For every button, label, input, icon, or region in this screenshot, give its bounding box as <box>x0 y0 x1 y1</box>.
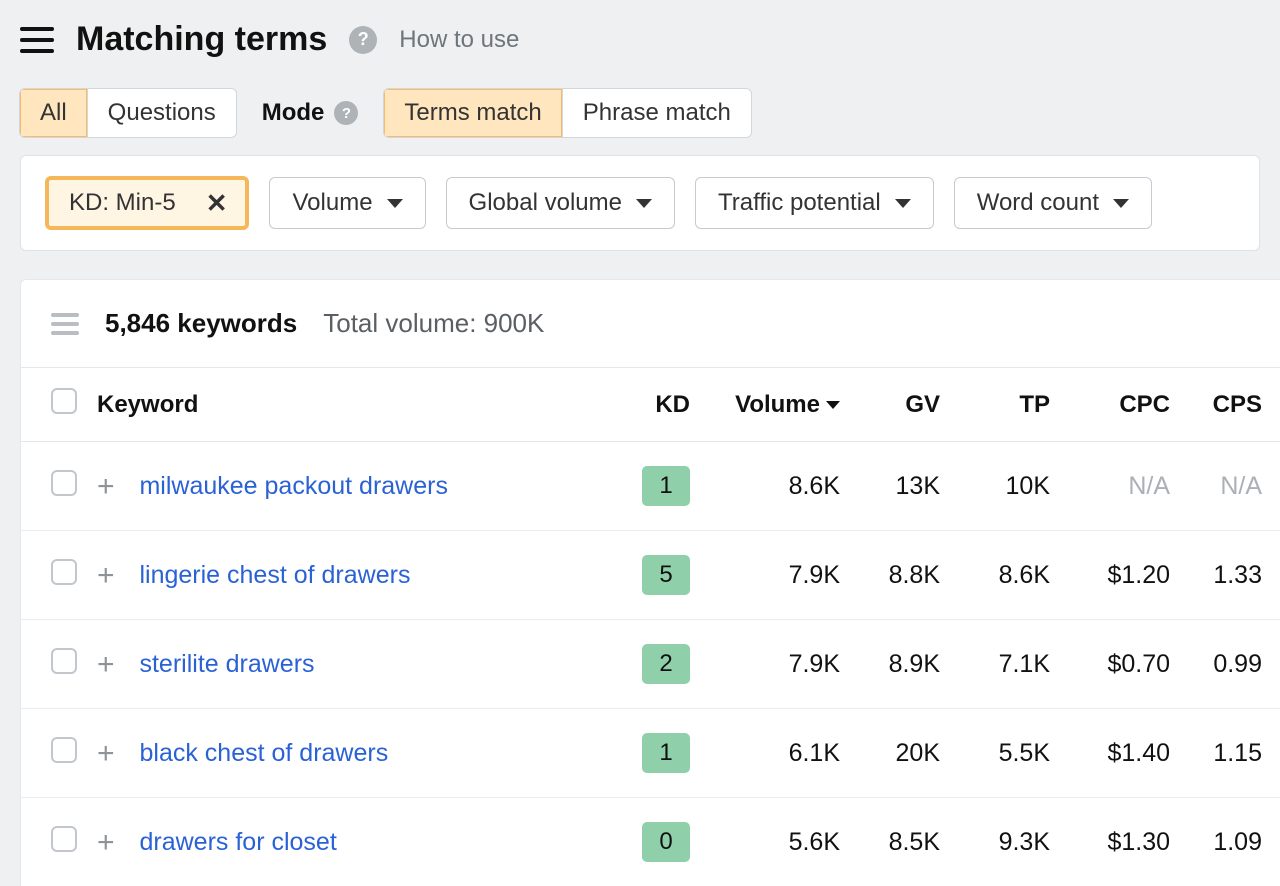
tab-phrase-match[interactable]: Phrase match <box>563 89 751 137</box>
table-row: + milwaukee packout drawers 1 8.6K 13K 1… <box>21 442 1280 531</box>
tab-questions[interactable]: Questions <box>88 89 236 137</box>
cell-volume: 5.6K <box>700 798 850 886</box>
list-icon[interactable] <box>51 313 79 335</box>
close-icon[interactable]: ✕ <box>200 190 234 216</box>
how-to-use-link[interactable]: How to use <box>399 26 519 54</box>
column-cps[interactable]: CPS <box>1180 368 1280 442</box>
sort-desc-icon <box>826 401 840 409</box>
cell-cpc: $1.20 <box>1060 531 1180 620</box>
keyword-link[interactable]: milwaukee packout drawers <box>139 472 447 500</box>
cell-volume: 7.9K <box>700 531 850 620</box>
menu-icon[interactable] <box>20 27 54 53</box>
keyword-link[interactable]: sterilite drawers <box>139 650 314 678</box>
expand-icon[interactable]: + <box>97 834 115 852</box>
chevron-down-icon <box>387 199 403 208</box>
type-segmented-control: All Questions <box>20 89 236 137</box>
cell-cpc: N/A <box>1060 442 1180 531</box>
page-title: Matching terms <box>76 20 327 59</box>
kd-badge: 1 <box>642 733 690 773</box>
cell-volume: 6.1K <box>700 709 850 798</box>
kd-badge: 5 <box>642 555 690 595</box>
row-checkbox[interactable] <box>51 737 77 763</box>
cell-gv: 8.9K <box>850 620 950 709</box>
kd-badge: 1 <box>642 466 690 506</box>
filter-kd[interactable]: KD: Min-5 ✕ <box>45 176 249 230</box>
cell-tp: 5.5K <box>950 709 1060 798</box>
column-gv[interactable]: GV <box>850 368 950 442</box>
kd-badge: 2 <box>642 644 690 684</box>
cell-tp: 8.6K <box>950 531 1060 620</box>
expand-icon[interactable]: + <box>97 567 115 585</box>
expand-icon[interactable]: + <box>97 478 115 496</box>
keyword-link[interactable]: black chest of drawers <box>139 739 388 767</box>
mode-segmented-control: Terms match Phrase match <box>384 89 750 137</box>
filter-word-count[interactable]: Word count <box>954 177 1152 229</box>
chevron-down-icon <box>636 199 652 208</box>
cell-volume: 8.6K <box>700 442 850 531</box>
chevron-down-icon <box>895 199 911 208</box>
cell-cpc: $1.40 <box>1060 709 1180 798</box>
cell-cps: 0.99 <box>1180 620 1280 709</box>
cell-cps: 1.15 <box>1180 709 1280 798</box>
cell-cpc: $0.70 <box>1060 620 1180 709</box>
cell-gv: 8.8K <box>850 531 950 620</box>
column-volume[interactable]: Volume <box>700 368 850 442</box>
table-row: + lingerie chest of drawers 5 7.9K 8.8K … <box>21 531 1280 620</box>
cell-cps: N/A <box>1180 442 1280 531</box>
expand-icon[interactable]: + <box>97 745 115 763</box>
keyword-count: 5,846 keywords <box>105 308 297 339</box>
cell-tp: 10K <box>950 442 1060 531</box>
cell-cps: 1.09 <box>1180 798 1280 886</box>
table-row: + drawers for closet 0 5.6K 8.5K 9.3K $1… <box>21 798 1280 886</box>
filter-traffic-potential[interactable]: Traffic potential <box>695 177 934 229</box>
column-cpc[interactable]: CPC <box>1060 368 1180 442</box>
cell-volume: 7.9K <box>700 620 850 709</box>
select-all-checkbox[interactable] <box>51 388 77 414</box>
row-checkbox[interactable] <box>51 559 77 585</box>
row-checkbox[interactable] <box>51 470 77 496</box>
cell-tp: 7.1K <box>950 620 1060 709</box>
column-keyword[interactable]: Keyword <box>87 368 610 442</box>
total-volume: Total volume: 900K <box>323 308 544 339</box>
cell-gv: 8.5K <box>850 798 950 886</box>
column-tp[interactable]: TP <box>950 368 1060 442</box>
help-icon[interactable]: ? <box>349 26 377 54</box>
keyword-link[interactable]: drawers for closet <box>139 828 336 856</box>
kd-badge: 0 <box>642 822 690 862</box>
tab-terms-match[interactable]: Terms match <box>384 89 562 137</box>
column-kd[interactable]: KD <box>610 368 700 442</box>
filter-global-volume[interactable]: Global volume <box>446 177 675 229</box>
keywords-table: Keyword KD Volume GV TP CPC CPS + milwau… <box>21 367 1280 886</box>
help-icon[interactable]: ? <box>334 101 358 125</box>
cell-gv: 13K <box>850 442 950 531</box>
mode-label: Mode ? <box>262 99 359 127</box>
filter-volume[interactable]: Volume <box>269 177 425 229</box>
row-checkbox[interactable] <box>51 648 77 674</box>
tab-all[interactable]: All <box>20 89 88 137</box>
cell-gv: 20K <box>850 709 950 798</box>
cell-tp: 9.3K <box>950 798 1060 886</box>
chevron-down-icon <box>1113 199 1129 208</box>
cell-cps: 1.33 <box>1180 531 1280 620</box>
table-row: + sterilite drawers 2 7.9K 8.9K 7.1K $0.… <box>21 620 1280 709</box>
expand-icon[interactable]: + <box>97 656 115 674</box>
table-row: + black chest of drawers 1 6.1K 20K 5.5K… <box>21 709 1280 798</box>
cell-cpc: $1.30 <box>1060 798 1180 886</box>
keyword-link[interactable]: lingerie chest of drawers <box>139 561 410 589</box>
row-checkbox[interactable] <box>51 826 77 852</box>
